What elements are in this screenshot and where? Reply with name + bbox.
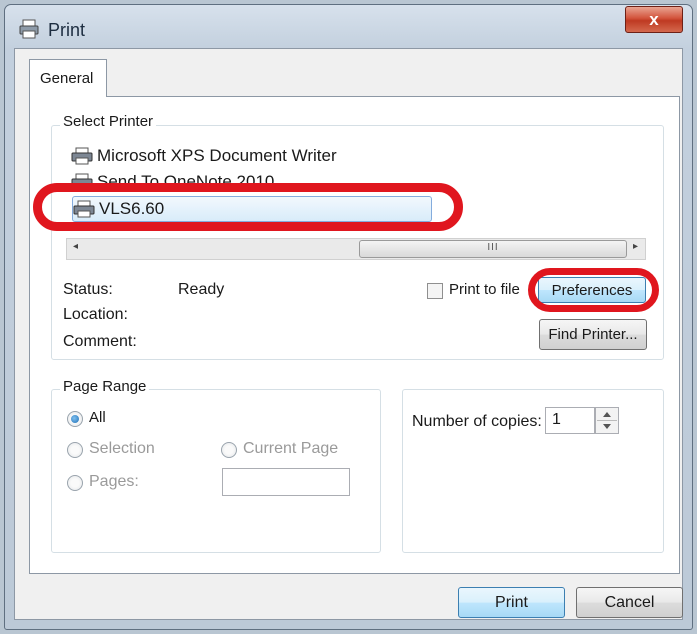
location-label: Location:	[63, 306, 128, 323]
radio-pages-label[interactable]: Pages:	[89, 473, 139, 491]
printer-item-vls[interactable]: VLS6.60	[72, 196, 164, 222]
preferences-button[interactable]: Preferences	[538, 277, 646, 303]
copies-label: Number of copies:	[412, 413, 542, 430]
radio-all-label[interactable]: All	[89, 409, 106, 426]
printer-name: Microsoft XPS Document Writer	[97, 146, 337, 165]
scroll-right-arrow-icon[interactable]: ▸	[633, 241, 638, 252]
copies-input[interactable]: 1	[545, 407, 595, 434]
radio-pages[interactable]	[67, 475, 83, 491]
radio-current-page[interactable]	[221, 442, 237, 458]
find-printer-button[interactable]: Find Printer...	[539, 319, 647, 350]
pages-input[interactable]	[222, 468, 350, 496]
tab-general[interactable]: General	[29, 59, 107, 97]
radio-selection-label[interactable]: Selection	[89, 440, 155, 458]
printer-list[interactable]: Microsoft XPS Document Writer Send To On…	[62, 142, 647, 232]
printer-name: Send To OneNote 2010	[97, 172, 275, 191]
scroll-left-arrow-icon[interactable]: ◂	[73, 241, 78, 252]
printer-icon	[19, 19, 39, 39]
radio-all[interactable]	[67, 411, 83, 427]
printer-name: VLS6.60	[99, 199, 165, 218]
select-printer-label: Select Printer	[60, 113, 157, 130]
window-title: Print	[48, 20, 86, 40]
scrollbar-grip-icon: III	[487, 242, 499, 253]
status-label: Status:	[63, 281, 113, 298]
spinner-arrows-icon	[597, 412, 617, 429]
printer-icon	[71, 147, 93, 165]
print-to-file-label[interactable]: Print to file	[449, 281, 520, 298]
scrollbar-thumb[interactable]: III	[359, 240, 627, 258]
page-range-label: Page Range	[60, 378, 150, 395]
radio-current-page-label[interactable]: Current Page	[243, 440, 338, 458]
horizontal-scrollbar[interactable]: ◂ III ▸	[66, 238, 646, 260]
close-button[interactable]: x	[625, 6, 683, 33]
printer-icon	[73, 200, 95, 218]
printer-item-onenote[interactable]: Send To OneNote 2010	[70, 169, 274, 195]
status-value: Ready	[178, 281, 225, 298]
tab-general-label: General	[40, 70, 94, 87]
printer-icon	[71, 173, 93, 191]
radio-selection[interactable]	[67, 442, 83, 458]
copies-spinner[interactable]	[595, 407, 619, 434]
comment-label: Comment:	[63, 333, 137, 350]
title-bar[interactable]	[6, 6, 691, 48]
print-button[interactable]: Print	[458, 587, 565, 618]
print-to-file-checkbox[interactable]	[427, 283, 443, 299]
cancel-button[interactable]: Cancel	[576, 587, 683, 618]
printer-item-xps[interactable]: Microsoft XPS Document Writer	[70, 143, 337, 169]
close-icon: x	[649, 9, 659, 29]
